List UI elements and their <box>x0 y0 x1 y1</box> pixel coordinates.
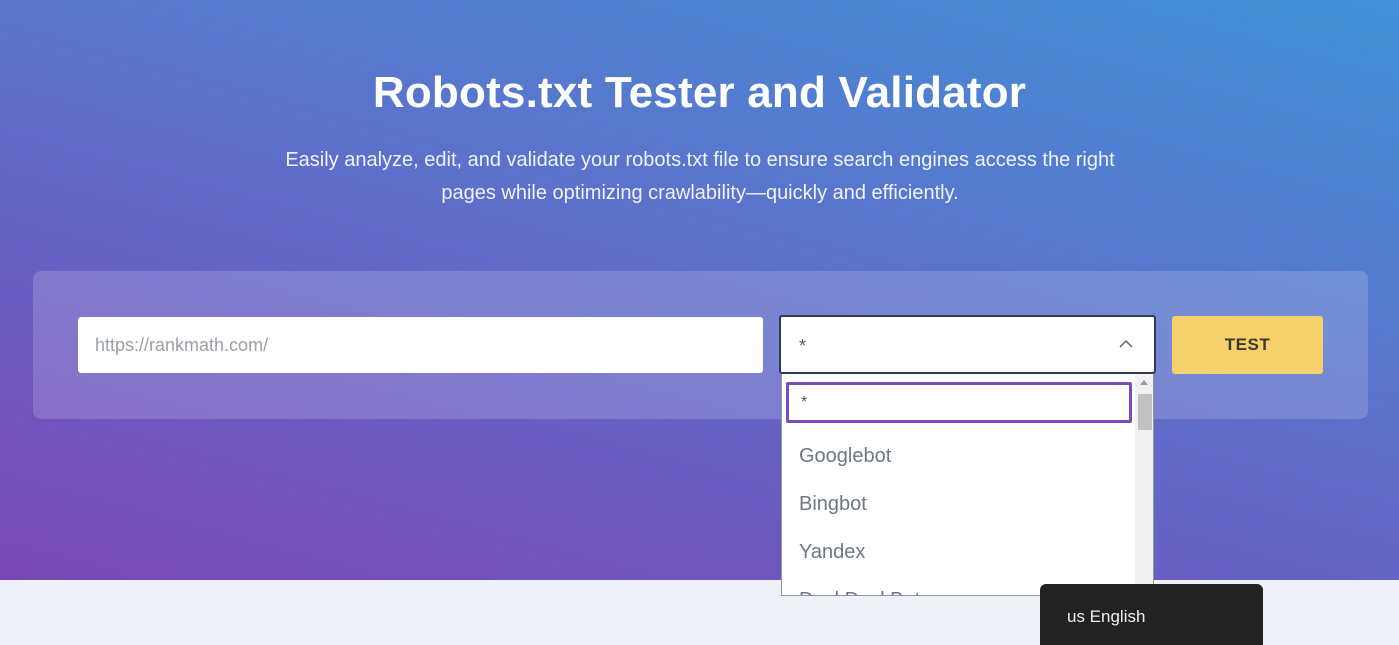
user-agent-selected-value: * <box>799 336 807 356</box>
dropdown-options: Googlebot Bingbot Yandex DuckDuckBot <box>782 432 1136 595</box>
user-agent-dropdown: Googlebot Bingbot Yandex DuckDuckBot <box>781 374 1154 596</box>
dropdown-option[interactable]: Yandex <box>782 528 1136 576</box>
page: Robots.txt Tester and Validator Easily a… <box>0 0 1399 645</box>
dropdown-search-input[interactable] <box>786 382 1132 423</box>
dropdown-option[interactable]: Googlebot <box>782 432 1136 480</box>
test-button[interactable]: TEST <box>1172 316 1323 374</box>
url-input[interactable] <box>78 317 763 373</box>
dropdown-option[interactable]: Bingbot <box>782 480 1136 528</box>
user-agent-select[interactable]: * <box>779 315 1156 374</box>
dropdown-scrollbar[interactable] <box>1135 374 1153 595</box>
arrow-up-icon[interactable] <box>1140 380 1148 385</box>
hero-section: Robots.txt Tester and Validator Easily a… <box>0 0 1399 580</box>
page-subtitle: Easily analyze, edit, and validate your … <box>285 149 1115 204</box>
chevron-up-icon <box>1119 339 1133 348</box>
language-label: us English <box>1067 607 1146 626</box>
page-title: Robots.txt Tester and Validator <box>372 68 1027 117</box>
language-selector[interactable]: us English <box>1040 584 1263 645</box>
scroll-thumb[interactable] <box>1138 394 1152 430</box>
